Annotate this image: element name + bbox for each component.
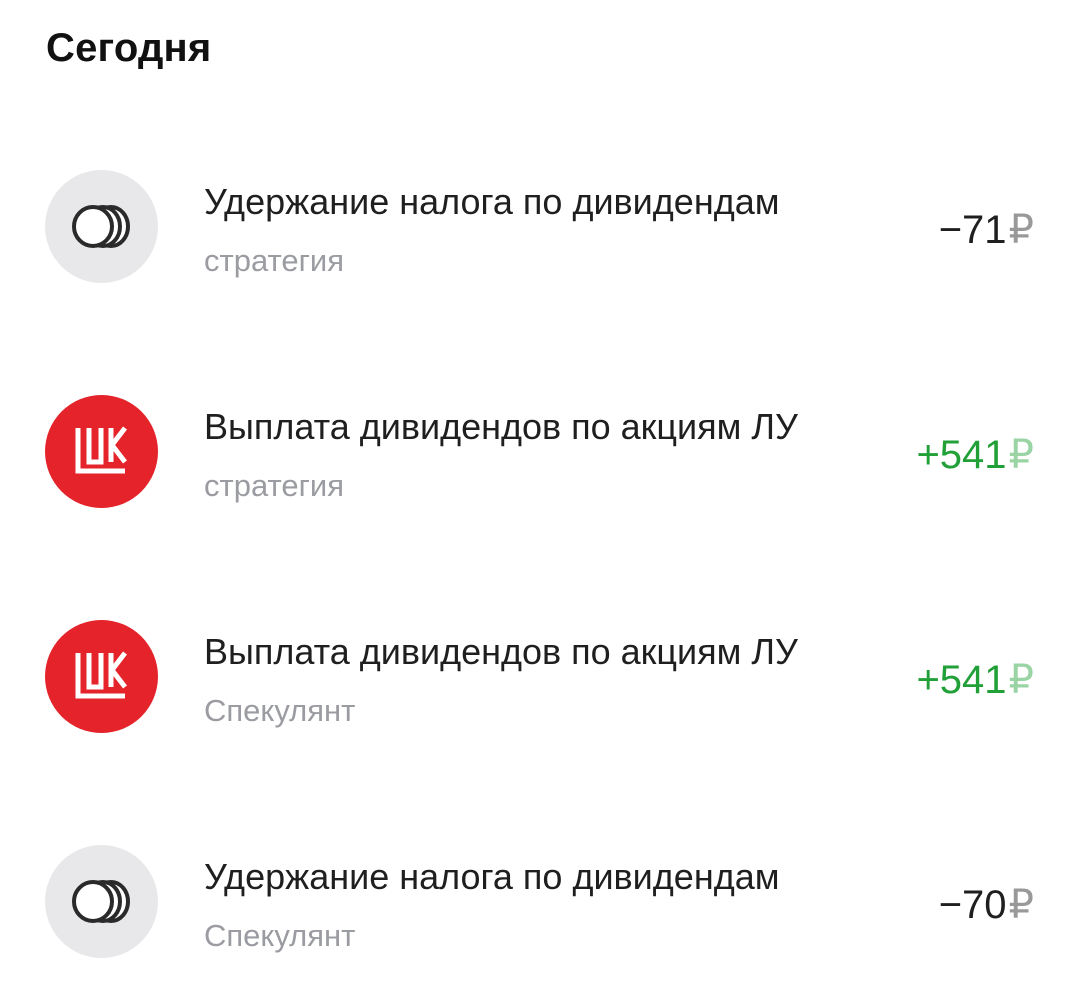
coins-icon — [45, 170, 158, 283]
amount-value: +541 — [916, 433, 1007, 477]
currency-sign: ₽ — [1008, 658, 1034, 702]
operation-amount: −71₽ — [939, 207, 1034, 253]
lukoil-logo-icon — [45, 395, 158, 508]
operation-row[interactable]: Выплата дивидендов по акциям ЛУ Спекулян… — [0, 601, 1080, 751]
operation-amount: −70₽ — [939, 882, 1034, 928]
operation-title: Удержание налога по дивидендам — [204, 856, 780, 897]
operation-amount: +541₽ — [916, 657, 1034, 703]
operation-row[interactable]: Удержание налога по дивидендам Спекулянт… — [0, 826, 1080, 976]
operation-subtitle: стратегия — [204, 468, 344, 503]
operation-title: Удержание налога по дивидендам — [204, 181, 780, 222]
amount-value: −70 — [938, 883, 1007, 927]
operation-subtitle: стратегия — [204, 243, 344, 278]
coins-icon — [45, 845, 158, 958]
amount-value: −71 — [938, 208, 1007, 252]
lukoil-logo-icon — [45, 620, 158, 733]
currency-sign: ₽ — [1008, 883, 1034, 927]
operation-title: Выплата дивидендов по акциям ЛУ — [204, 631, 798, 672]
operation-subtitle: Спекулянт — [204, 693, 356, 728]
amount-value: +541 — [916, 658, 1007, 702]
operations-list: Удержание налога по дивидендам стратегия… — [0, 0, 1080, 981]
currency-sign: ₽ — [1008, 433, 1034, 477]
operation-subtitle: Спекулянт — [204, 918, 356, 953]
operation-title: Выплата дивидендов по акциям ЛУ — [204, 406, 798, 447]
operation-amount: +541₽ — [916, 432, 1034, 478]
operation-row[interactable]: Удержание налога по дивидендам стратегия… — [0, 151, 1080, 301]
operation-row[interactable]: Выплата дивидендов по акциям ЛУ стратеги… — [0, 376, 1080, 526]
currency-sign: ₽ — [1008, 208, 1034, 252]
